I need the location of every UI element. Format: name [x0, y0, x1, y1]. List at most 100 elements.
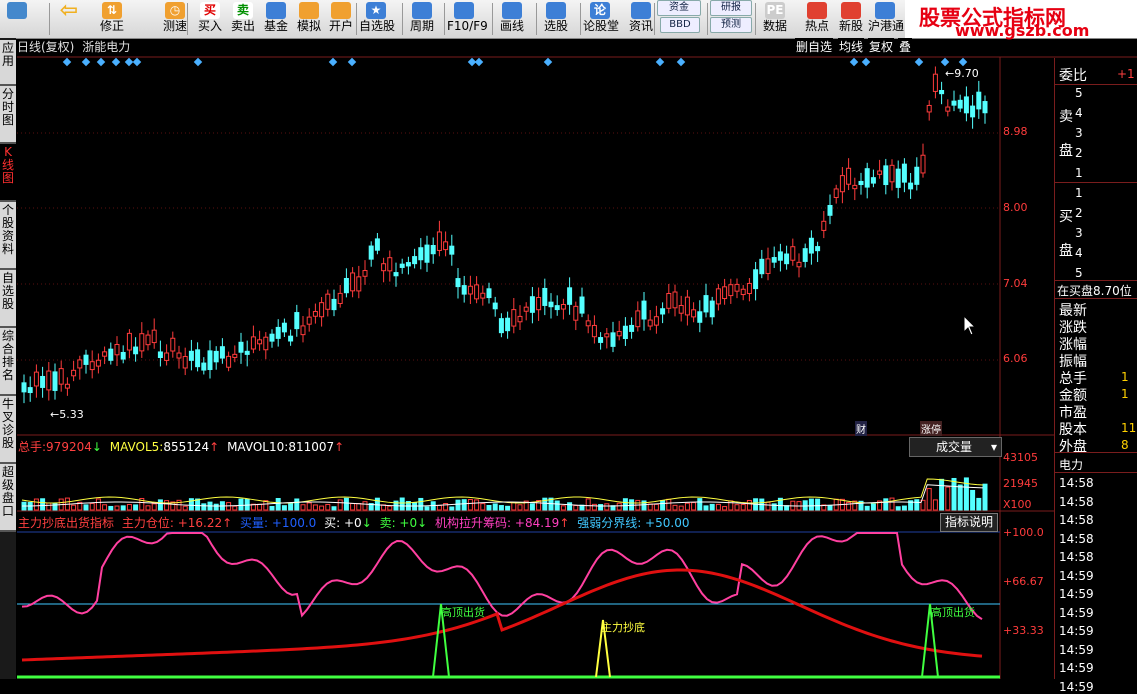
volume-bar: [715, 503, 721, 511]
candle-body: [250, 336, 256, 350]
position-value: 主力仓位: +16.22: [121, 516, 223, 530]
tick-time: 14:59: [1059, 661, 1094, 675]
volume-bar: [399, 497, 405, 511]
info-diamond-icon[interactable]: [958, 57, 968, 67]
candle-body: [914, 166, 920, 185]
candle-body: [883, 165, 889, 186]
candle-body: [449, 245, 455, 255]
volume-bar: [83, 504, 89, 511]
candle-body: [263, 336, 269, 351]
volume-bar: [808, 498, 814, 511]
volume-bar: [511, 501, 517, 511]
info-diamond-icon[interactable]: [914, 57, 924, 67]
volume-bar: [697, 498, 703, 511]
candle-body: [325, 293, 331, 310]
candle-body: [970, 105, 976, 118]
stat-value-8: 8: [1121, 438, 1129, 452]
buy-value: 买: +0: [324, 516, 362, 530]
candle-body: [312, 311, 318, 317]
indicator-dropdown[interactable]: 成交量 ▾: [909, 437, 1002, 457]
candle-body: [833, 188, 839, 199]
volume-bar: [343, 497, 349, 511]
candle-body: [939, 89, 945, 95]
volume-bar: [740, 504, 746, 511]
candle-body: [27, 387, 33, 394]
volume-bar: [418, 497, 424, 511]
info-diamond-icon[interactable]: [676, 57, 686, 67]
candle-body: [139, 333, 145, 352]
candle-body: [982, 101, 988, 114]
candle-body: [164, 352, 170, 361]
indicator-explain-button[interactable]: 指标说明: [940, 513, 998, 532]
candle-body: [58, 368, 64, 385]
volume-bar: [461, 499, 467, 511]
info-diamond-icon[interactable]: [655, 57, 665, 67]
candle-body: [83, 354, 89, 365]
candle-body: [275, 326, 281, 339]
volume-bar: [300, 504, 306, 511]
mavol5-value: 855124: [163, 440, 210, 454]
volume-bar: [802, 500, 808, 511]
info-diamond-icon[interactable]: [543, 57, 553, 67]
info-diamond-icon[interactable]: [124, 57, 134, 67]
candle-body: [542, 287, 548, 306]
candle-body: [653, 316, 659, 326]
buy-level-1: 1: [1075, 186, 1083, 200]
candle-body: [728, 284, 734, 297]
info-diamond-icon[interactable]: [474, 57, 484, 67]
tick-time: 14:58: [1059, 476, 1094, 490]
candle-body: [591, 324, 597, 338]
candle-body: [492, 302, 498, 310]
candle-body: [598, 337, 604, 343]
candle-body: [300, 325, 306, 336]
tick-time: 14:58: [1059, 550, 1094, 564]
volume-bar: [449, 506, 455, 511]
candle-body: [331, 298, 337, 311]
candle-body: [951, 100, 957, 106]
volume-bar: [567, 502, 573, 511]
volume-bar: [114, 505, 120, 511]
info-diamond-icon[interactable]: [193, 57, 203, 67]
volume-bar: [926, 488, 932, 511]
institution-line: [21, 532, 983, 621]
kline-chart[interactable]: [0, 0, 1137, 679]
info-diamond-icon[interactable]: [132, 57, 142, 67]
limit-up-badge[interactable]: 涨停: [920, 421, 942, 436]
candle-body: [827, 204, 833, 216]
candle-body: [201, 362, 207, 371]
info-diamond-icon[interactable]: [81, 57, 91, 67]
info-diamond-icon[interactable]: [111, 57, 121, 67]
candle-body: [957, 99, 963, 109]
candle-body: [734, 283, 740, 292]
candle-body: [697, 311, 703, 323]
volume-bar: [560, 505, 566, 511]
info-diamond-icon[interactable]: [940, 57, 950, 67]
sell-label-1: 卖: [1059, 109, 1073, 125]
candle-body: [281, 322, 287, 333]
candle-body: [443, 241, 449, 251]
candle-body: [660, 308, 666, 315]
candle-body: [691, 309, 697, 318]
signal-top-2: 高顶出货: [931, 606, 975, 619]
volume-bar: [653, 503, 659, 511]
candle-body: [629, 324, 635, 332]
info-diamond-icon[interactable]: [849, 57, 859, 67]
volume-bar: [585, 498, 591, 511]
volume-bar: [976, 497, 982, 511]
info-diamond-icon[interactable]: [861, 57, 871, 67]
candle-body: [21, 382, 27, 393]
candle-body: [945, 106, 951, 112]
volume-bar: [288, 502, 294, 511]
candle-body: [684, 296, 690, 316]
volume-bar: [951, 477, 957, 511]
info-diamond-icon[interactable]: [328, 57, 338, 67]
info-diamond-icon[interactable]: [347, 57, 357, 67]
financial-badge[interactable]: 财: [855, 421, 867, 436]
info-diamond-icon[interactable]: [96, 57, 106, 67]
volume-bar: [684, 502, 690, 511]
info-diamond-icon[interactable]: [62, 57, 72, 67]
candle-body: [170, 337, 176, 352]
volume-bar: [424, 506, 430, 511]
volume-bar: [319, 505, 325, 511]
sell-value: 卖: +0: [379, 516, 418, 530]
